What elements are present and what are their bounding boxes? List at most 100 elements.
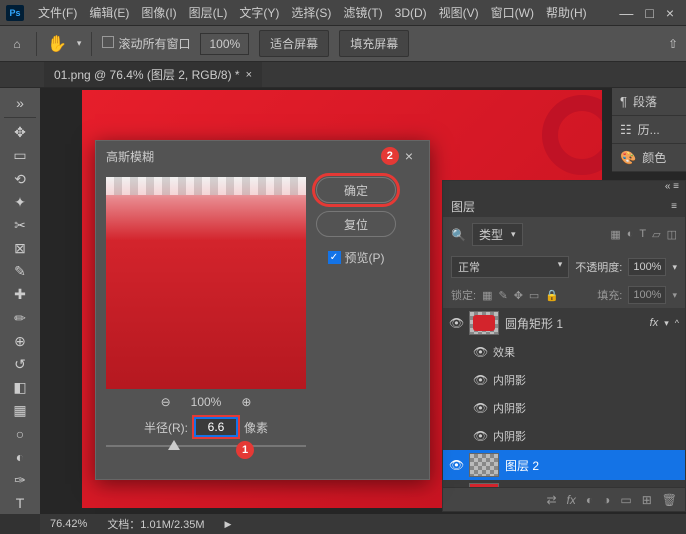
panel-menu-icon[interactable]: ≡ [671, 201, 677, 212]
blend-mode-dropdown[interactable]: 正常▾ [451, 256, 569, 278]
status-zoom[interactable]: 76.42% [50, 518, 87, 530]
type-tool[interactable]: T [8, 493, 32, 514]
expand-tools-icon[interactable]: » [8, 92, 32, 113]
document-tab[interactable]: 01.png @ 76.4% (图层 2, RGB/8) * × [44, 62, 262, 87]
link-layers-icon[interactable]: ⇄ [546, 493, 556, 507]
eraser-tool[interactable]: ◧ [8, 377, 32, 398]
fill-value[interactable]: 100% [628, 286, 666, 304]
layer-mask-icon[interactable]: ◐ [586, 493, 593, 507]
menu-view[interactable]: 视图(V) [433, 4, 485, 21]
blur-tool[interactable]: ○ [8, 423, 32, 444]
fx-badge[interactable]: fx [650, 317, 659, 329]
dialog-close-button[interactable]: × [399, 148, 419, 164]
collapse-icon[interactable]: « ≡ [665, 181, 679, 195]
layer-thumbnail[interactable] [469, 483, 499, 487]
visibility-toggle[interactable]: 👁 [473, 429, 487, 443]
layer-name[interactable]: 图层 2 [505, 457, 539, 474]
layer-style-icon[interactable]: fx [567, 493, 576, 507]
new-layer-icon[interactable]: ⊞ [642, 493, 652, 507]
fill-screen-button[interactable]: 填充屏幕 [339, 30, 409, 57]
slider-thumb[interactable] [168, 440, 180, 450]
chevron-down-icon[interactable]: ▾ [77, 38, 82, 49]
menu-3d[interactable]: 3D(D) [389, 6, 433, 20]
preview-checkbox[interactable]: ✓ 预览(P) [328, 249, 385, 266]
layer-effects-row[interactable]: 👁 效果 [443, 338, 685, 366]
layer-effect-item[interactable]: 👁 内阴影 [443, 422, 685, 450]
panel-tab-color[interactable]: 🎨颜色 [612, 144, 686, 172]
scroll-all-checkbox[interactable]: 滚动所有窗口 [102, 35, 190, 52]
hand-tool-icon[interactable]: ✋ [47, 34, 67, 54]
frame-tool[interactable]: ⊠ [8, 238, 32, 259]
layer-filter-dropdown[interactable]: 类型▾ [472, 223, 523, 246]
group-icon[interactable]: ▭ [620, 493, 631, 507]
healing-tool[interactable]: ✚ [8, 284, 32, 305]
layer-effect-item[interactable]: 👁 内阴影 [443, 394, 685, 422]
panel-tab-history[interactable]: ☷历... [612, 116, 686, 144]
menu-window[interactable]: 窗口(W) [485, 4, 540, 21]
radius-input[interactable] [194, 417, 238, 437]
ok-button[interactable]: 确定 [316, 177, 396, 203]
reset-button[interactable]: 复位 [316, 211, 396, 237]
opacity-value[interactable]: 100% [628, 258, 666, 276]
brush-tool[interactable]: ✏ [8, 308, 32, 329]
magic-wand-tool[interactable]: ✦ [8, 192, 32, 213]
tab-close-button[interactable]: × [246, 69, 252, 81]
menu-select[interactable]: 选择(S) [285, 4, 337, 21]
pen-tool[interactable]: ✑ [8, 470, 32, 491]
layer-row[interactable]: 👁 图层 2 [443, 450, 685, 480]
layer-row[interactable]: 👁 圆角矩形 1 fx ▾ ^ [443, 308, 685, 338]
filter-type-icon[interactable]: T [639, 228, 646, 241]
search-icon[interactable]: 🔍 [451, 228, 466, 242]
layer-thumbnail[interactable] [469, 453, 499, 477]
window-maximize-button[interactable]: □ [645, 5, 653, 21]
layer-name[interactable]: 圆角矩形 1 [505, 315, 563, 332]
menu-type[interactable]: 文字(Y) [233, 4, 285, 21]
crop-tool[interactable]: ✂ [8, 215, 32, 236]
zoom-out-icon[interactable]: ⊖ [161, 395, 171, 409]
window-minimize-button[interactable]: — [619, 5, 633, 21]
layer-thumbnail[interactable] [469, 311, 499, 335]
visibility-toggle[interactable]: 👁 [473, 401, 487, 415]
adjustment-layer-icon[interactable]: ◑ [603, 493, 610, 507]
status-menu-icon[interactable]: ▶ [225, 519, 232, 530]
filter-adjust-icon[interactable]: ◐ [627, 228, 634, 241]
layer-row[interactable]: 👁 图层 1 [443, 480, 685, 487]
menu-help[interactable]: 帮助(H) [540, 4, 593, 21]
visibility-toggle[interactable]: 👁 [449, 458, 463, 472]
menu-layer[interactable]: 图层(L) [183, 4, 234, 21]
history-brush-tool[interactable]: ↺ [8, 354, 32, 375]
dodge-tool[interactable]: ◐ [8, 447, 32, 468]
chevron-down-icon[interactable]: ▾ [664, 318, 669, 329]
visibility-toggle[interactable]: 👁 [473, 345, 487, 359]
zoom-in-icon[interactable]: ⊕ [241, 395, 251, 409]
menu-image[interactable]: 图像(I) [135, 4, 182, 21]
move-tool[interactable]: ✥ [8, 122, 32, 143]
eyedropper-tool[interactable]: ✎ [8, 261, 32, 282]
lasso-tool[interactable]: ⟲ [8, 168, 32, 189]
chevron-up-icon[interactable]: ^ [675, 318, 679, 328]
filter-shape-icon[interactable]: ▱ [652, 228, 660, 241]
layer-effect-item[interactable]: 👁 内阴影 [443, 366, 685, 394]
zoom-value-input[interactable]: 100% [200, 33, 249, 55]
fit-screen-button[interactable]: 适合屏幕 [259, 30, 329, 57]
radius-slider[interactable] [106, 445, 306, 447]
panel-tab-paragraph[interactable]: ¶段落 [612, 88, 686, 116]
delete-layer-icon[interactable]: 🗑 [662, 493, 677, 507]
window-close-button[interactable]: × [666, 5, 674, 21]
blur-preview[interactable] [106, 177, 306, 389]
home-icon[interactable]: ⌂ [8, 35, 26, 53]
lock-artboard-icon[interactable]: ▭ [529, 289, 539, 302]
visibility-toggle[interactable]: 👁 [449, 316, 463, 330]
marquee-tool[interactable]: ▭ [8, 145, 32, 166]
lock-transparency-icon[interactable]: ▦ [482, 289, 492, 302]
menu-edit[interactable]: 编辑(E) [83, 4, 135, 21]
filter-pixel-icon[interactable]: ▦ [610, 228, 620, 241]
menu-filter[interactable]: 滤镜(T) [337, 4, 388, 21]
gradient-tool[interactable]: ▦ [8, 400, 32, 421]
lock-position-icon[interactable]: ✥ [514, 289, 523, 302]
lock-pixels-icon[interactable]: ✎ [498, 289, 507, 302]
stamp-tool[interactable]: ⊕ [8, 331, 32, 352]
menu-file[interactable]: 文件(F) [32, 4, 83, 21]
share-icon[interactable]: ⇧ [668, 37, 678, 51]
visibility-toggle[interactable]: 👁 [473, 373, 487, 387]
